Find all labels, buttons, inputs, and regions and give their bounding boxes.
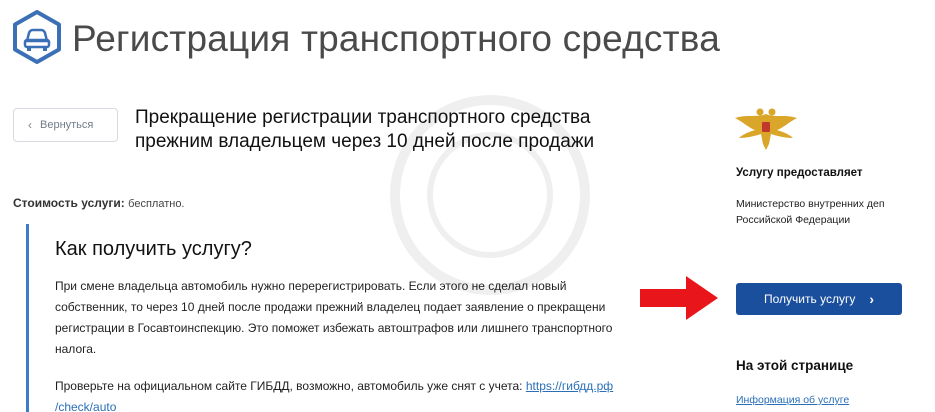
how-to-text-line-1: При смене владельца автомобиль нужно пер…	[55, 279, 567, 293]
back-button[interactable]: ‹ Вернуться	[13, 108, 118, 142]
on-page-link-service-info[interactable]: Информация об услуге	[736, 394, 849, 406]
provider-name-line-2: Российской Федерации	[736, 214, 851, 226]
gibdd-link-line-2: /check/auto	[55, 400, 117, 412]
service-title-line-2: прежним владельцем через 10 дней после п…	[135, 131, 595, 152]
on-page-heading: На этой странице	[736, 358, 854, 373]
gibdd-link-line-1: https://гибдд.рф	[525, 379, 614, 393]
get-service-button-label: Получить услугу	[764, 292, 856, 306]
cost-value: бесплатно.	[128, 198, 185, 210]
car-icon	[12, 10, 62, 64]
service-cost: Стоимость услуги: бесплатно.	[13, 196, 185, 210]
page-title: Регистрация транспортного средства	[72, 18, 720, 59]
eagle-emblem-icon	[733, 104, 799, 152]
check-text: Проверьте на официальном сайте ГИБДД, во…	[55, 379, 526, 393]
how-to-block: Как получить услугу? При смене владельца…	[26, 224, 666, 412]
provider-name: Министерство внутренних деп Российской Ф…	[736, 196, 926, 228]
provider-label: Услугу предоставляет	[736, 167, 863, 179]
how-to-text-line-4: налога.	[55, 342, 97, 356]
chevron-left-icon: ‹	[28, 118, 32, 132]
provider-name-line-1: Министерство внутренних деп	[736, 198, 885, 210]
get-service-button[interactable]: Получить услугу ›	[736, 283, 902, 315]
how-to-text: При смене владельца автомобиль нужно пер…	[55, 276, 665, 360]
how-to-heading: Как получить услугу?	[55, 238, 252, 260]
chevron-right-icon: ›	[869, 291, 874, 307]
cost-label: Стоимость услуги:	[13, 196, 125, 210]
check-paragraph: Проверьте на официальном сайте ГИБДД, во…	[55, 376, 665, 412]
red-arrow-icon	[640, 276, 718, 320]
how-to-text-line-3: регистрации в Госавтоинспекцию. Это помо…	[55, 321, 613, 335]
service-title-line-1: Прекращение регистрации транспортного ср…	[135, 107, 591, 128]
back-button-label: Вернуться	[40, 119, 94, 131]
service-title: Прекращение регистрации транспортного ср…	[135, 106, 655, 154]
how-to-text-line-2: собственник, то через 10 дней после прод…	[55, 300, 606, 314]
